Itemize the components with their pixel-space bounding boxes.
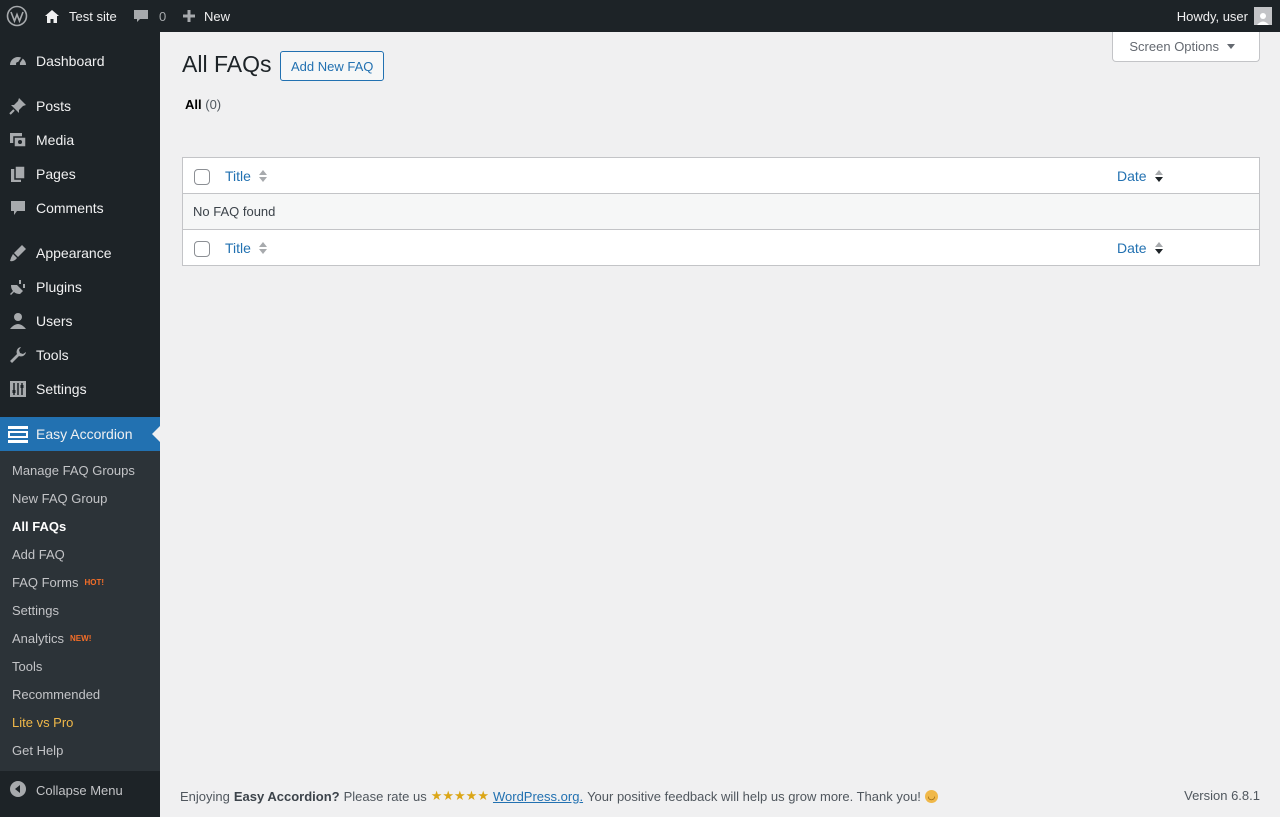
pin-icon: [8, 96, 28, 116]
select-all-checkbox-footer[interactable]: [194, 241, 210, 257]
menu-plugins[interactable]: Plugins: [0, 270, 160, 304]
table-row: No FAQ found: [183, 194, 1259, 229]
collapse-menu-button[interactable]: Collapse Menu: [0, 773, 160, 807]
page-title: All FAQs: [182, 51, 272, 77]
table-header-row: Title Date: [183, 158, 1259, 194]
submenu-all-faqs[interactable]: All FAQs: [12, 516, 66, 536]
new-badge: NEW!: [70, 633, 92, 643]
new-content-link[interactable]: New: [182, 0, 230, 32]
submenu-settings[interactable]: Settings: [12, 600, 59, 620]
new-label: New: [204, 8, 231, 24]
menu-pages[interactable]: Pages: [0, 157, 160, 191]
date-column-header[interactable]: Date: [1117, 168, 1163, 184]
plugin-name: Easy Accordion?: [233, 788, 340, 804]
sort-desc-icon: [1154, 242, 1163, 254]
admin-sidebar: Dashboard Posts Media Pages Comments App…: [0, 32, 160, 817]
filter-all-link[interactable]: All: [185, 97, 202, 112]
menu-dashboard[interactable]: Dashboard: [0, 44, 160, 78]
submenu-manage-faq-groups[interactable]: Manage FAQ Groups: [12, 460, 135, 480]
howdy-text: Howdy, user: [1176, 8, 1248, 24]
easy-accordion-submenu: Manage FAQ Groups New FAQ Group All FAQs…: [0, 451, 160, 771]
submenu-get-help[interactable]: Get Help: [12, 740, 63, 760]
wordpress-org-link[interactable]: WordPress.org.: [493, 789, 583, 804]
faq-table: Title Date No FAQ found Title Date: [182, 157, 1260, 266]
table-footer-row: Title Date: [183, 229, 1259, 265]
status-filter: All (0): [185, 97, 221, 112]
comment-bubble-icon: [134, 10, 148, 22]
submenu-add-faq[interactable]: Add FAQ: [12, 544, 65, 564]
admin-bar: Test site 0 New Howdy, user: [0, 0, 1280, 32]
screen-options-button[interactable]: Screen Options: [1112, 32, 1260, 62]
menu-media[interactable]: Media: [0, 123, 160, 157]
dashboard-icon: [8, 51, 28, 71]
comments-link[interactable]: 0: [133, 0, 166, 32]
submenu-lite-vs-pro[interactable]: Lite vs Pro: [12, 712, 73, 732]
accordion-icon: [8, 424, 28, 444]
title-column-header[interactable]: Title: [225, 168, 267, 184]
title-column-footer[interactable]: Title: [225, 240, 267, 256]
avatar: [1254, 7, 1272, 25]
user-icon: [8, 311, 28, 331]
plus-icon: [183, 10, 195, 22]
add-new-faq-button[interactable]: Add New FAQ: [280, 51, 385, 81]
current-arrow: [152, 426, 160, 442]
menu-settings[interactable]: Settings: [0, 372, 160, 406]
home-icon: [45, 10, 59, 23]
menu-tools[interactable]: Tools: [0, 338, 160, 372]
site-name: Test site: [69, 8, 117, 24]
brush-icon: [8, 243, 28, 263]
footer-rating-message: Enjoying Easy Accordion? Please rate us …: [180, 788, 938, 804]
wrench-icon: [8, 345, 28, 365]
sort-icon: [258, 242, 267, 254]
pages-icon: [8, 164, 28, 184]
submenu-tools[interactable]: Tools: [12, 656, 42, 676]
wordpress-logo-icon[interactable]: [6, 0, 30, 32]
site-name-link[interactable]: Test site: [43, 0, 117, 32]
star-rating-icon[interactable]: ★★★★★: [431, 788, 489, 804]
filter-all-count: (0): [205, 97, 222, 112]
submenu-faq-forms[interactable]: FAQ Forms HOT!: [12, 572, 104, 592]
menu-users[interactable]: Users: [0, 304, 160, 338]
comments-count: 0: [159, 8, 167, 24]
submenu-recommended[interactable]: Recommended: [12, 684, 100, 704]
version-text: Version 6.8.1: [1184, 788, 1260, 803]
media-icon: [8, 130, 28, 150]
menu-posts[interactable]: Posts: [0, 89, 160, 123]
submenu-new-faq-group[interactable]: New FAQ Group: [12, 488, 107, 508]
sort-desc-icon: [1154, 170, 1163, 182]
no-items-message: No FAQ found: [193, 204, 276, 219]
account-menu[interactable]: Howdy, user: [1177, 0, 1272, 32]
submenu-analytics[interactable]: Analytics NEW!: [12, 628, 91, 648]
hot-badge: HOT!: [84, 577, 105, 587]
sliders-icon: [8, 379, 28, 399]
comment-icon: [8, 198, 28, 218]
date-column-footer[interactable]: Date: [1117, 240, 1163, 256]
collapse-arrow-icon: [10, 780, 26, 800]
sort-icon: [258, 170, 267, 182]
select-all-checkbox[interactable]: [194, 169, 210, 185]
smile-emoji-icon: ◡: [924, 789, 938, 803]
menu-comments[interactable]: Comments: [0, 191, 160, 225]
plug-icon: [8, 277, 28, 297]
main-content: All FAQs Add New FAQ Screen Options All …: [160, 32, 1280, 817]
menu-appearance[interactable]: Appearance: [0, 236, 160, 270]
menu-easy-accordion[interactable]: Easy Accordion: [0, 417, 160, 451]
caret-down-icon: [1227, 44, 1235, 49]
